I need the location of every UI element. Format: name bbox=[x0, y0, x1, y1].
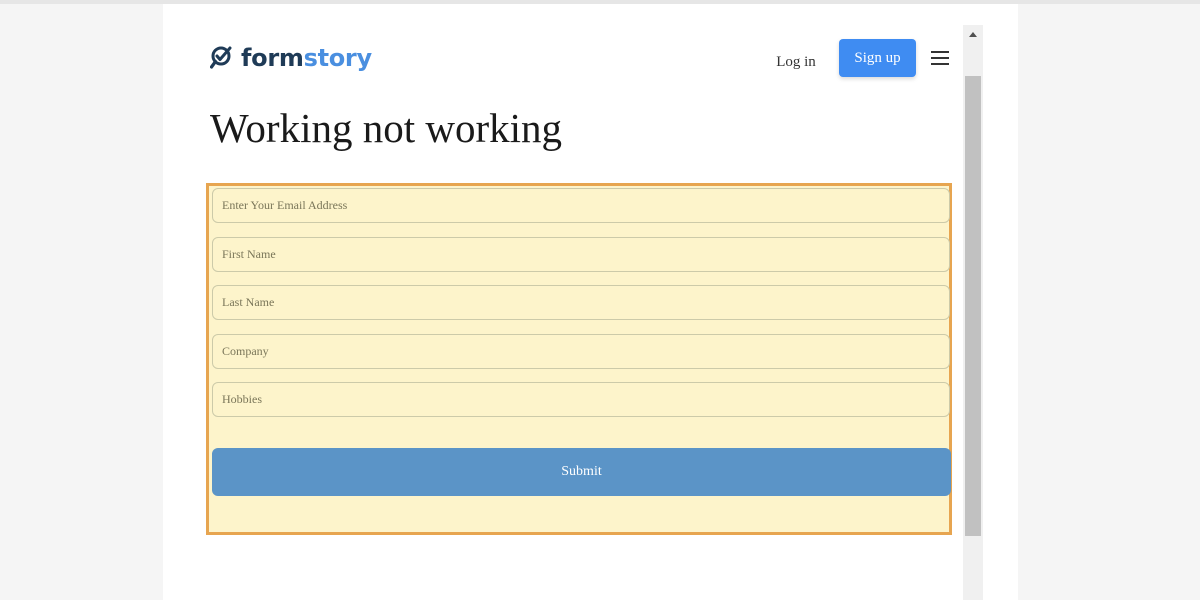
first-name-field[interactable] bbox=[212, 237, 950, 272]
submit-button[interactable]: Submit bbox=[212, 448, 951, 496]
menu-bar-middle bbox=[931, 57, 949, 59]
menu-bar-bottom bbox=[931, 63, 949, 65]
logo[interactable]: formstory bbox=[210, 42, 372, 74]
page-container: formstory Log in Sign up Working not wor… bbox=[163, 4, 1018, 600]
scroll-up-arrow-icon[interactable] bbox=[963, 25, 983, 45]
page-title: Working not working bbox=[210, 105, 563, 151]
login-link[interactable]: Log in bbox=[764, 49, 828, 75]
signup-button[interactable]: Sign up bbox=[839, 39, 916, 77]
logo-text-dark: form bbox=[241, 44, 304, 72]
logo-text-accent: story bbox=[303, 44, 373, 72]
menu-bar-top bbox=[931, 51, 949, 53]
search-check-icon bbox=[210, 46, 232, 69]
hamburger-menu-icon[interactable] bbox=[930, 48, 950, 68]
company-field[interactable] bbox=[212, 334, 950, 369]
hobbies-field[interactable] bbox=[212, 382, 950, 417]
logo-text: formstory bbox=[241, 42, 372, 74]
email-field[interactable] bbox=[212, 188, 950, 223]
last-name-field[interactable] bbox=[212, 285, 950, 320]
scrollbar-thumb[interactable] bbox=[965, 76, 981, 536]
signup-form: Submit bbox=[206, 183, 952, 535]
scrollbar[interactable] bbox=[963, 25, 983, 600]
